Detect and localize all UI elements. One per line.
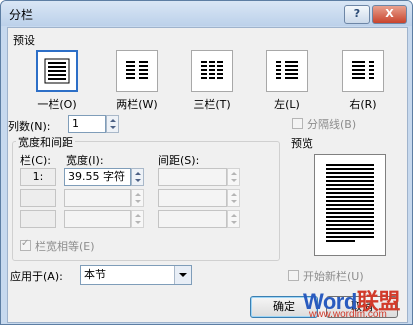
preset-label-right: 右(R) [349, 98, 377, 111]
right-column-icon [352, 61, 374, 79]
preset-label-left: 左(L) [274, 98, 300, 111]
preview-page [314, 154, 386, 256]
divider-checkbox[interactable] [292, 118, 303, 129]
left-column-icon [276, 61, 298, 79]
column-number [20, 210, 56, 228]
title-bar: 分栏 ? X [1, 1, 412, 26]
column-width-input[interactable] [64, 189, 131, 207]
chevron-down-icon[interactable] [174, 266, 191, 284]
preset-label-one: 一栏(O) [37, 98, 77, 111]
column-width-input[interactable] [64, 210, 131, 228]
new-column-label: 开始新栏(U) [303, 270, 364, 283]
close-button[interactable]: X [372, 5, 407, 24]
preset-label-three: 三栏(T) [193, 98, 231, 111]
dialog-title: 分栏 [9, 8, 34, 22]
preview-text-lines [326, 164, 374, 242]
preset-left[interactable] [266, 50, 308, 92]
watermark-logo: Word联盟 www.wordlm.com [303, 284, 411, 322]
col-header: 栏(C): [20, 154, 51, 167]
preset-right[interactable] [342, 50, 384, 92]
presets-group-label: 预设 [13, 34, 35, 47]
spacing-header: 间距(S): [158, 154, 200, 167]
column-width-stepper[interactable] [131, 189, 144, 207]
apply-to-select[interactable]: 本节 [80, 265, 192, 285]
preview-label: 预览 [291, 137, 313, 150]
preset-two-columns[interactable] [116, 50, 158, 92]
one-column-icon [44, 58, 70, 84]
dialog-body: 预设 一栏(O) 两栏(W) 三栏(T) 左(L) 右(R) 列数(N): 1 … [7, 27, 408, 323]
column-spacing-stepper[interactable] [227, 189, 240, 207]
preset-one-column[interactable] [36, 50, 78, 92]
columns-dialog: 分栏 ? X 预设 一栏(O) 两栏(W) 三栏(T) 左(L) 右(R) 列数… [0, 0, 413, 325]
preset-three-columns[interactable] [191, 50, 233, 92]
width-header: 宽度(I): [66, 154, 104, 167]
column-width-stepper[interactable] [131, 210, 144, 228]
columns-count-stepper[interactable] [106, 115, 119, 133]
preset-label-two: 两栏(W) [116, 98, 158, 111]
divider-label: 分隔线(B) [307, 118, 357, 131]
column-number: 1: [20, 168, 56, 186]
watermark-url: www.wordlm.com [309, 309, 387, 320]
equal-width-label: 栏宽相等(E) [35, 240, 95, 253]
column-spacing-input[interactable] [158, 168, 227, 186]
two-columns-icon [126, 61, 148, 79]
column-width-stepper[interactable] [131, 168, 144, 186]
new-column-checkbox[interactable] [288, 270, 299, 281]
equal-width-checkbox[interactable] [20, 238, 31, 251]
column-width-input[interactable]: 39.55 字符 [64, 168, 131, 186]
column-spacing-stepper[interactable] [227, 168, 240, 186]
column-spacing-input[interactable] [158, 210, 227, 228]
column-spacing-input[interactable] [158, 189, 227, 207]
apply-to-label: 应用于(A): [10, 270, 63, 283]
column-spacing-stepper[interactable] [227, 210, 240, 228]
columns-count-label: 列数(N): [8, 120, 51, 133]
help-button[interactable]: ? [344, 5, 370, 24]
columns-count-input[interactable]: 1 [68, 115, 106, 133]
apply-to-value: 本节 [84, 268, 106, 281]
width-spacing-group-label: 宽度和间距 [16, 134, 75, 150]
column-number [20, 189, 56, 207]
three-columns-icon [201, 61, 223, 79]
